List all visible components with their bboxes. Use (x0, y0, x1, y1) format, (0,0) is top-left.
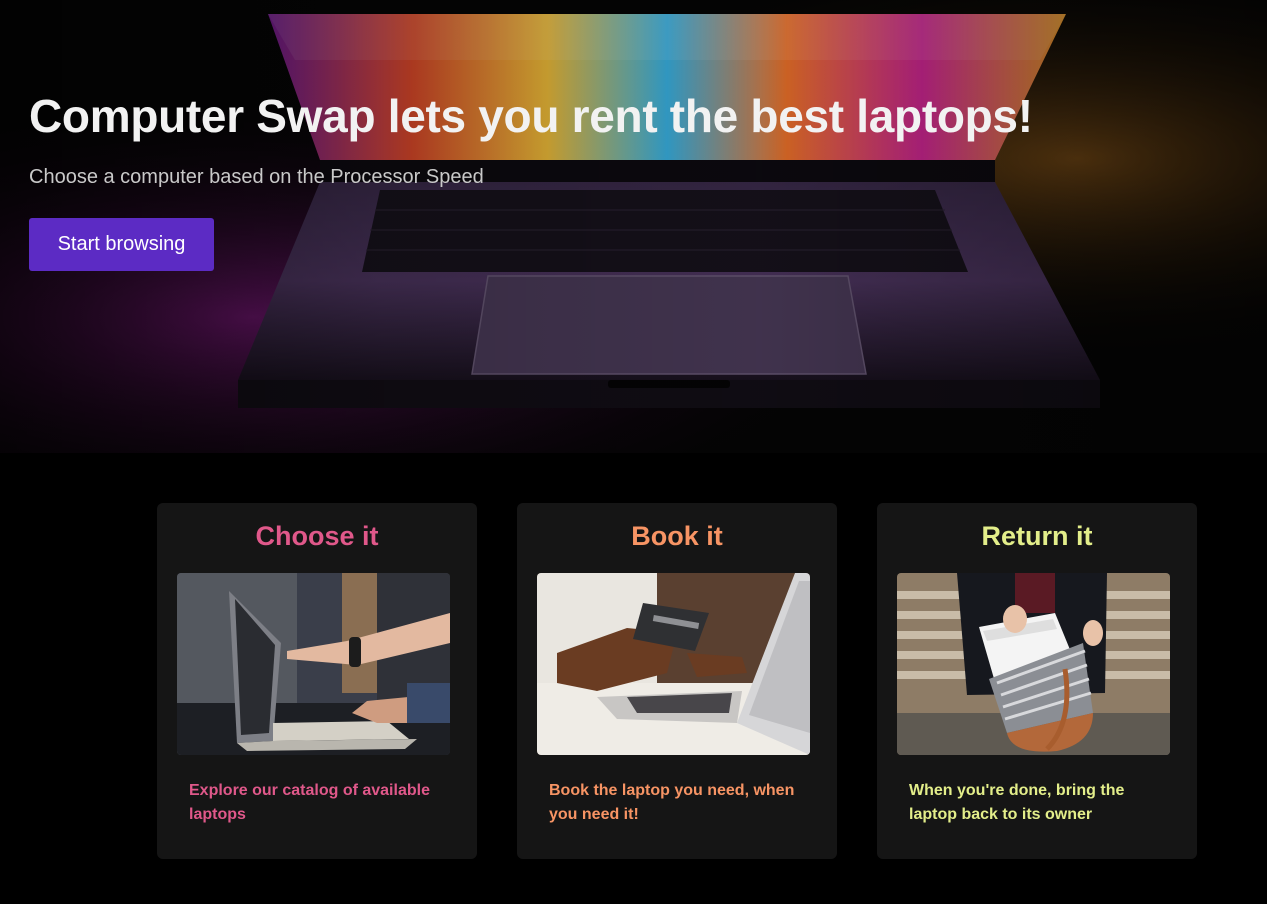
card-return-it: Return it When you're done, bring the la… (877, 503, 1197, 859)
card-title: Choose it (255, 521, 379, 551)
hero-content: Computer Swap lets you rent the best lap… (29, 88, 1033, 271)
laptop-pointing-photo (177, 573, 450, 755)
card-description: Explore our catalog of available laptops (189, 782, 430, 823)
card-title: Return it (981, 521, 1093, 551)
card-description: When you're done, bring the laptop back … (909, 782, 1125, 823)
card-choose-it: Choose it Explore our catalog of availab… (157, 503, 477, 859)
laptop-into-bag-photo (897, 573, 1170, 755)
hero-section: Computer Swap lets you rent the best lap… (0, 0, 1267, 453)
start-browsing-button[interactable]: Start browsing (29, 218, 214, 271)
card-title: Book it (631, 521, 723, 551)
card-book-it: Book it Book the laptop you need, when y… (517, 503, 837, 859)
hero-subtitle: Choose a computer based on the Processor… (29, 166, 484, 188)
credit-card-payment-photo (537, 573, 810, 755)
hero-title: Computer Swap lets you rent the best lap… (29, 90, 1033, 142)
card-description: Book the laptop you need, when you need … (549, 782, 795, 823)
steps-section: Choose it Explore our catalog of availab… (157, 503, 1197, 859)
